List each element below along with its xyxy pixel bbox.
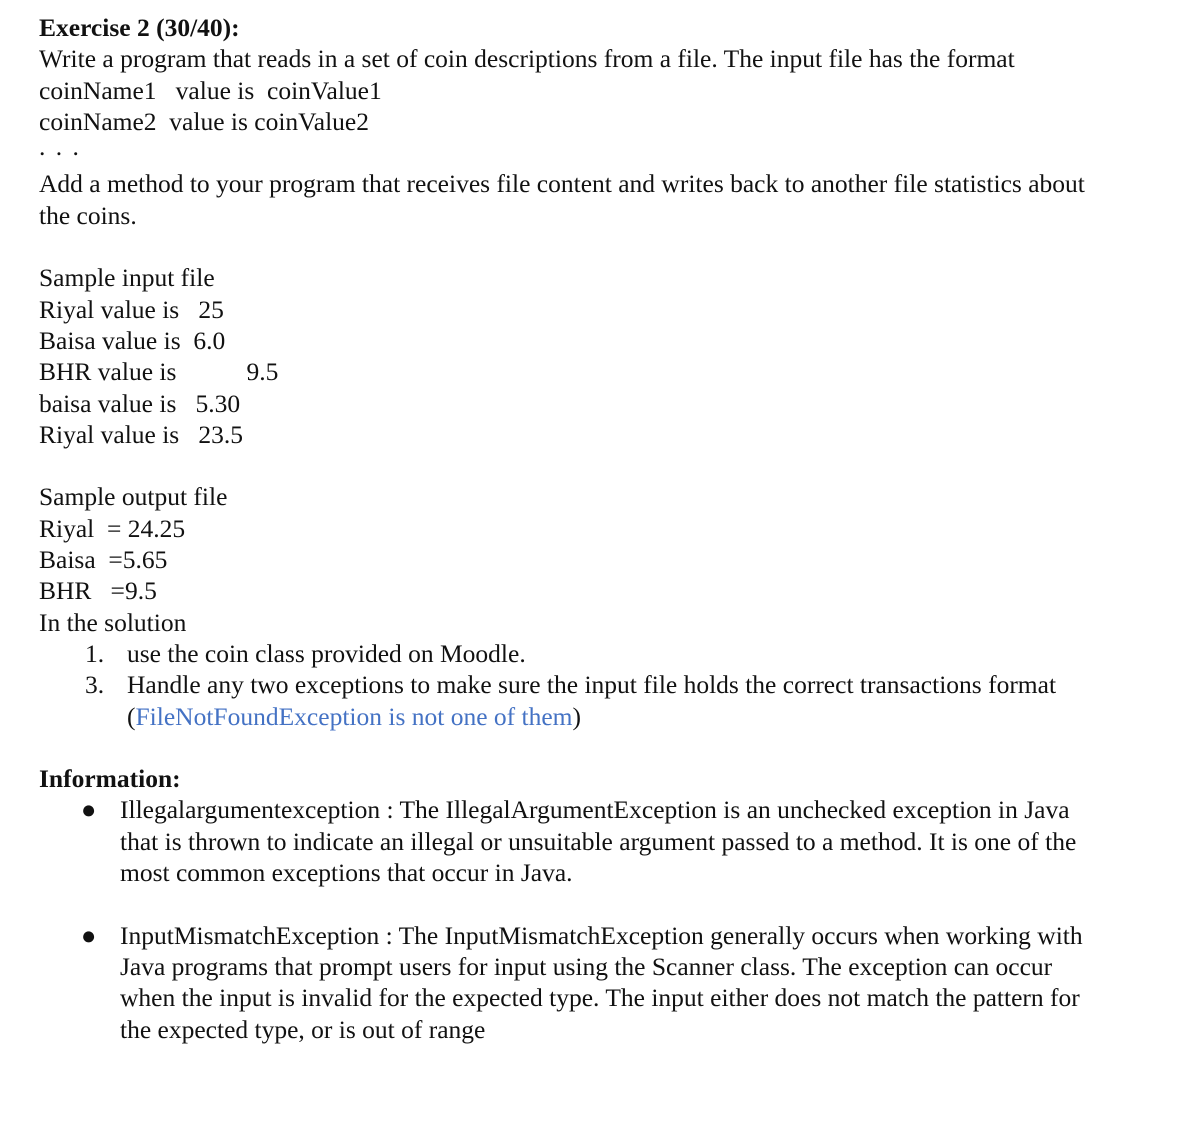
sample-output-line: Baisa =5.65: [39, 545, 168, 575]
note-paren-open: (: [127, 701, 136, 731]
solution-heading: In the solution: [39, 607, 187, 637]
sample-input-line: Riyal value is 23.5: [39, 419, 243, 449]
document-page: Exercise 2 (30/40): Write a program that…: [39, 12, 1189, 1045]
item-number: 1.: [85, 638, 105, 668]
sample-input-line: Riyal value is 25: [39, 294, 224, 324]
sample-input-section: Sample input file Riyal value is 25 Bais…: [39, 262, 1189, 450]
bullet-icon: ●: [81, 920, 97, 950]
solution-item: 3. Handle any two exceptions to make sur…: [39, 669, 1189, 732]
note-highlight: FileNotFoundException is not one of them: [135, 701, 573, 731]
bullet-item: ● Illegalargumentexception : The Illegal…: [39, 794, 1150, 888]
sample-input-line: Baisa value is 6.0: [39, 325, 226, 355]
sample-input-line: baisa value is 5.30: [39, 388, 241, 418]
note-paren-close: ): [572, 701, 582, 731]
bullet-text: Illegalargumentexception : The IllegalAr…: [120, 795, 1077, 888]
item-text: use the coin class provided on Moodle.: [127, 638, 526, 668]
item-number: 3.: [85, 670, 105, 700]
sample-output-line: BHR =9.5: [39, 576, 157, 606]
sample-input-heading: Sample input file: [39, 263, 215, 293]
solution-item: 1. use the coin class provided on Moodle…: [39, 638, 1189, 669]
method-description-cont: the coins.: [39, 200, 137, 230]
item-note: (FileNotFoundException is not one of the…: [127, 701, 1189, 732]
sample-input-line: BHR value is 9.5: [39, 357, 279, 387]
solution-section: In the solution 1. use the coin class pr…: [39, 607, 1189, 732]
sample-output-line: Riyal = 24.25: [39, 513, 186, 543]
exercise-intro: Write a program that reads in a set of c…: [39, 44, 1015, 74]
method-description: Add a method to your program that receiv…: [39, 169, 1085, 199]
sample-output-heading: Sample output file: [39, 482, 228, 512]
bullet-text: InputMismatchException : The InputMismat…: [120, 920, 1083, 1044]
sample-output-section: Sample output file Riyal = 24.25 Baisa =…: [39, 481, 1189, 606]
format-line: coinName1 value is coinValue1: [39, 75, 382, 105]
ellipsis: . . .: [39, 132, 81, 162]
item-text: Handle any two exceptions to make sure t…: [127, 670, 1057, 700]
information-section: Information: ● Illegalargumentexception …: [39, 763, 1189, 1045]
bullet-icon: ●: [81, 795, 97, 825]
bullet-item: ● InputMismatchException : The InputMism…: [39, 920, 1150, 1045]
information-heading: Information:: [39, 764, 181, 794]
exercise-title: Exercise 2 (30/40):: [39, 13, 240, 42]
